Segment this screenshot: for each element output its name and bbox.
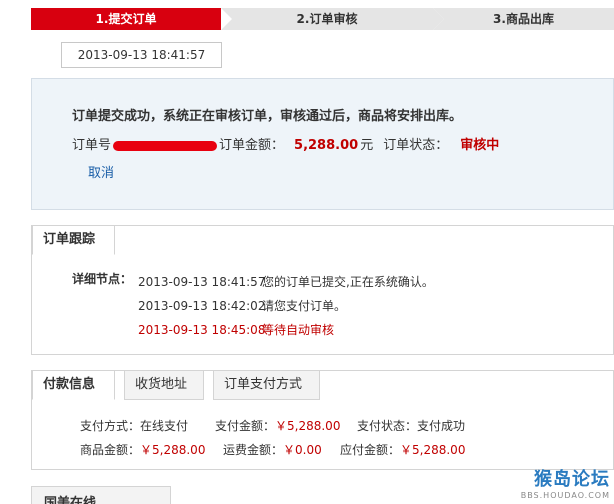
detail-nodes-label: 详细节点： [72,272,133,286]
payment-method: 支付方式：在线支付 [80,419,189,433]
order-number-label: 订单号 [72,138,112,153]
order-amount-label: 订单金额： [219,138,285,153]
tab-order-tracking[interactable]: 订单跟踪 [32,225,115,255]
submit-success-message: 订单提交成功，系统正在审核订单，审核通过后，商品将安排出库。 [72,109,463,124]
goods-amount: 商品金额：￥5,288.00 [80,443,206,457]
order-tracking-panel: 订单跟踪 详细节点： 2013-09-13 18:41:57您的订单已提交,正在… [31,225,614,355]
section-title: 国美在线 [44,496,97,504]
payable-amount: 应付金额：￥5,288.00 [340,443,466,457]
step-goods-shipment: 3.商品出库 [433,8,614,30]
paid-amount: 支付金额：￥5,288.00 [215,419,341,433]
tab-payment-info[interactable]: 付款信息 [32,370,115,400]
forum-watermark: 猴岛论坛 BBS.HOUDAO.COM [521,465,610,500]
tracking-entry-text: 请您支付订单。 [262,299,347,313]
tracking-entry: 2013-09-13 18:42:02请您支付订单。 [138,297,346,314]
step-submit-order: 1.提交订单 [31,8,232,30]
order-summary-line: 订单号 订单金额： 5,288.00 元订单状态： 审核中 [72,134,499,153]
gome-online-section: 国美在线 [31,486,171,504]
tracking-entry-time: 2013-09-13 18:45:08 [138,323,266,337]
order-amount-unit: 元 [360,138,374,153]
order-state-value: 审核中 [460,138,500,153]
tracking-entry-text: 等待自动审核 [262,323,335,337]
tracking-entry-time: 2013-09-13 18:41:57 [138,275,266,289]
order-amount-value: 5,288.00 [294,138,359,153]
tab-shipping-address[interactable]: 收货地址 [124,370,204,400]
payment-status: 支付状态：支付成功 [357,419,466,433]
tab-order-payment-method[interactable]: 订单支付方式 [213,370,320,400]
payment-info-panel: 付款信息 收货地址 订单支付方式 支付方式：在线支付 支付金额：￥5,288.0… [31,370,614,470]
tracking-entry: 2013-09-13 18:45:08等待自动审核 [138,321,334,338]
watermark-url: BBS.HOUDAO.COM [520,491,610,500]
order-number-redacted [113,140,218,151]
order-time-box: 2013-09-13 18:41:57 [61,42,222,68]
order-state-label: 订单状态： [383,138,449,153]
order-progress-steps: 1.提交订单 2.订单审核 3.商品出库 [31,8,614,30]
step-order-review: 2.订单审核 [221,8,444,30]
tracking-entry-text: 您的订单已提交,正在系统确认。 [262,275,434,289]
tracking-entry: 2013-09-13 18:41:57您的订单已提交,正在系统确认。 [138,273,434,290]
shipping-fee: 运费金额：￥0.00 [223,443,322,457]
order-status-panel: 订单提交成功，系统正在审核订单，审核通过后，商品将安排出库。 订单号 订单金额： 5… [31,78,614,210]
tracking-entry-time: 2013-09-13 18:42:02 [138,299,266,313]
cancel-order-link[interactable]: 取消 [88,162,114,181]
watermark-logo-text: 猴岛论坛 [534,469,610,490]
